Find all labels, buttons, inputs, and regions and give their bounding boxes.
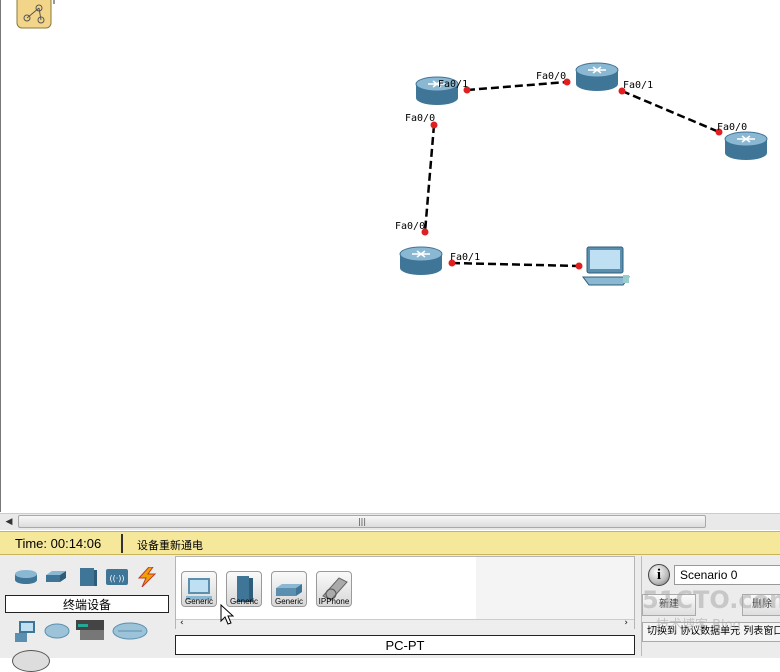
watermark-subtitle: 技术博客 Blog xyxy=(656,618,741,633)
connection-category-icon[interactable] xyxy=(135,566,159,588)
scroll-left-arrow-icon[interactable]: ‹ xyxy=(180,618,184,628)
wireless-category-icon[interactable]: ((·)) xyxy=(105,567,129,587)
port-label-r2-fa01: Fa0/1 xyxy=(623,80,653,91)
switch-category-icon[interactable] xyxy=(44,567,68,587)
mouse-cursor-icon xyxy=(220,604,234,625)
realtime-clock: Time: 00:14:06 xyxy=(15,536,102,551)
device-label: Generic xyxy=(184,597,213,606)
port-label-r3-fa00: Fa0/0 xyxy=(717,122,747,133)
router-category-icon[interactable] xyxy=(14,567,38,587)
scenario-panel: i Scenario 0 新建 删除 切换到 协议数据单元 列表窗口 51CTO… xyxy=(641,556,780,656)
router-3-icon[interactable] xyxy=(724,131,768,160)
port-label-r1-fa00: Fa0/0 xyxy=(405,113,435,124)
realtime-mode-icon[interactable] xyxy=(12,650,50,672)
port-label-r2-fa00: Fa0/0 xyxy=(536,71,566,82)
link-r4-pc xyxy=(451,261,580,268)
svg-text:((·)): ((·)) xyxy=(109,574,124,583)
device-model-label: PC-PT xyxy=(175,635,635,655)
workspace-horizontal-scrollbar[interactable]: ◀ ||| xyxy=(0,513,780,530)
router-2-icon[interactable] xyxy=(575,62,619,91)
status-bar: Time: 00:14:06 设备重新通电 xyxy=(0,531,780,555)
pc-0-icon[interactable] xyxy=(582,246,630,286)
device-list-panel: Generic Generic Generic IPPhone ‹ › xyxy=(175,556,635,630)
multiuser-cloud-icon[interactable] xyxy=(112,621,148,641)
scenario-select[interactable]: Scenario 0 xyxy=(674,565,780,585)
port-dot xyxy=(575,262,583,270)
scroll-right-arrow-icon[interactable]: › xyxy=(624,618,628,628)
device-panel-empty-area xyxy=(476,557,634,619)
scrollbar-thumb[interactable]: ||| xyxy=(18,515,706,528)
device-label: IPPhone xyxy=(318,597,350,606)
port-label-r4-fa01: Fa0/1 xyxy=(450,252,480,263)
logical-workspace[interactable]: Fa0/1 Fa0/0 Fa0/1 Fa0/0 Fa0/0 Fa0/0 Fa0/… xyxy=(0,0,780,512)
link-r1-r2 xyxy=(466,80,568,92)
status-message: 设备重新通电 xyxy=(137,539,203,552)
link-r2-r3 xyxy=(621,89,720,134)
port-label-r4-fa00: Fa0/0 xyxy=(395,221,425,232)
link-r1-r4 xyxy=(423,124,436,233)
status-separator xyxy=(121,534,123,553)
wan-emulation-icon[interactable] xyxy=(44,622,70,642)
router-4-icon[interactable] xyxy=(399,246,443,275)
device-label: Generic xyxy=(274,597,303,606)
topology-canvas: Fa0/1 Fa0/0 Fa0/1 Fa0/0 Fa0/0 Fa0/0 Fa0/… xyxy=(395,62,768,286)
custom-devices-icon[interactable] xyxy=(74,618,106,644)
device-panel-scrollbar[interactable]: ‹ › xyxy=(176,618,634,630)
scroll-left-arrow-icon[interactable]: ◀ xyxy=(3,516,15,528)
end-devices-category-icon[interactable] xyxy=(14,620,38,642)
bottom-panel: ((·)) 终端设备 Generic Generic Generic IPPho… xyxy=(0,555,780,658)
category-label: 终端设备 xyxy=(5,595,169,613)
watermark: 51CTO.com xyxy=(642,586,780,614)
port-label-r1-fa01: Fa0/1 xyxy=(438,79,468,90)
info-icon[interactable]: i xyxy=(648,564,670,586)
hub-category-icon[interactable] xyxy=(76,567,100,587)
